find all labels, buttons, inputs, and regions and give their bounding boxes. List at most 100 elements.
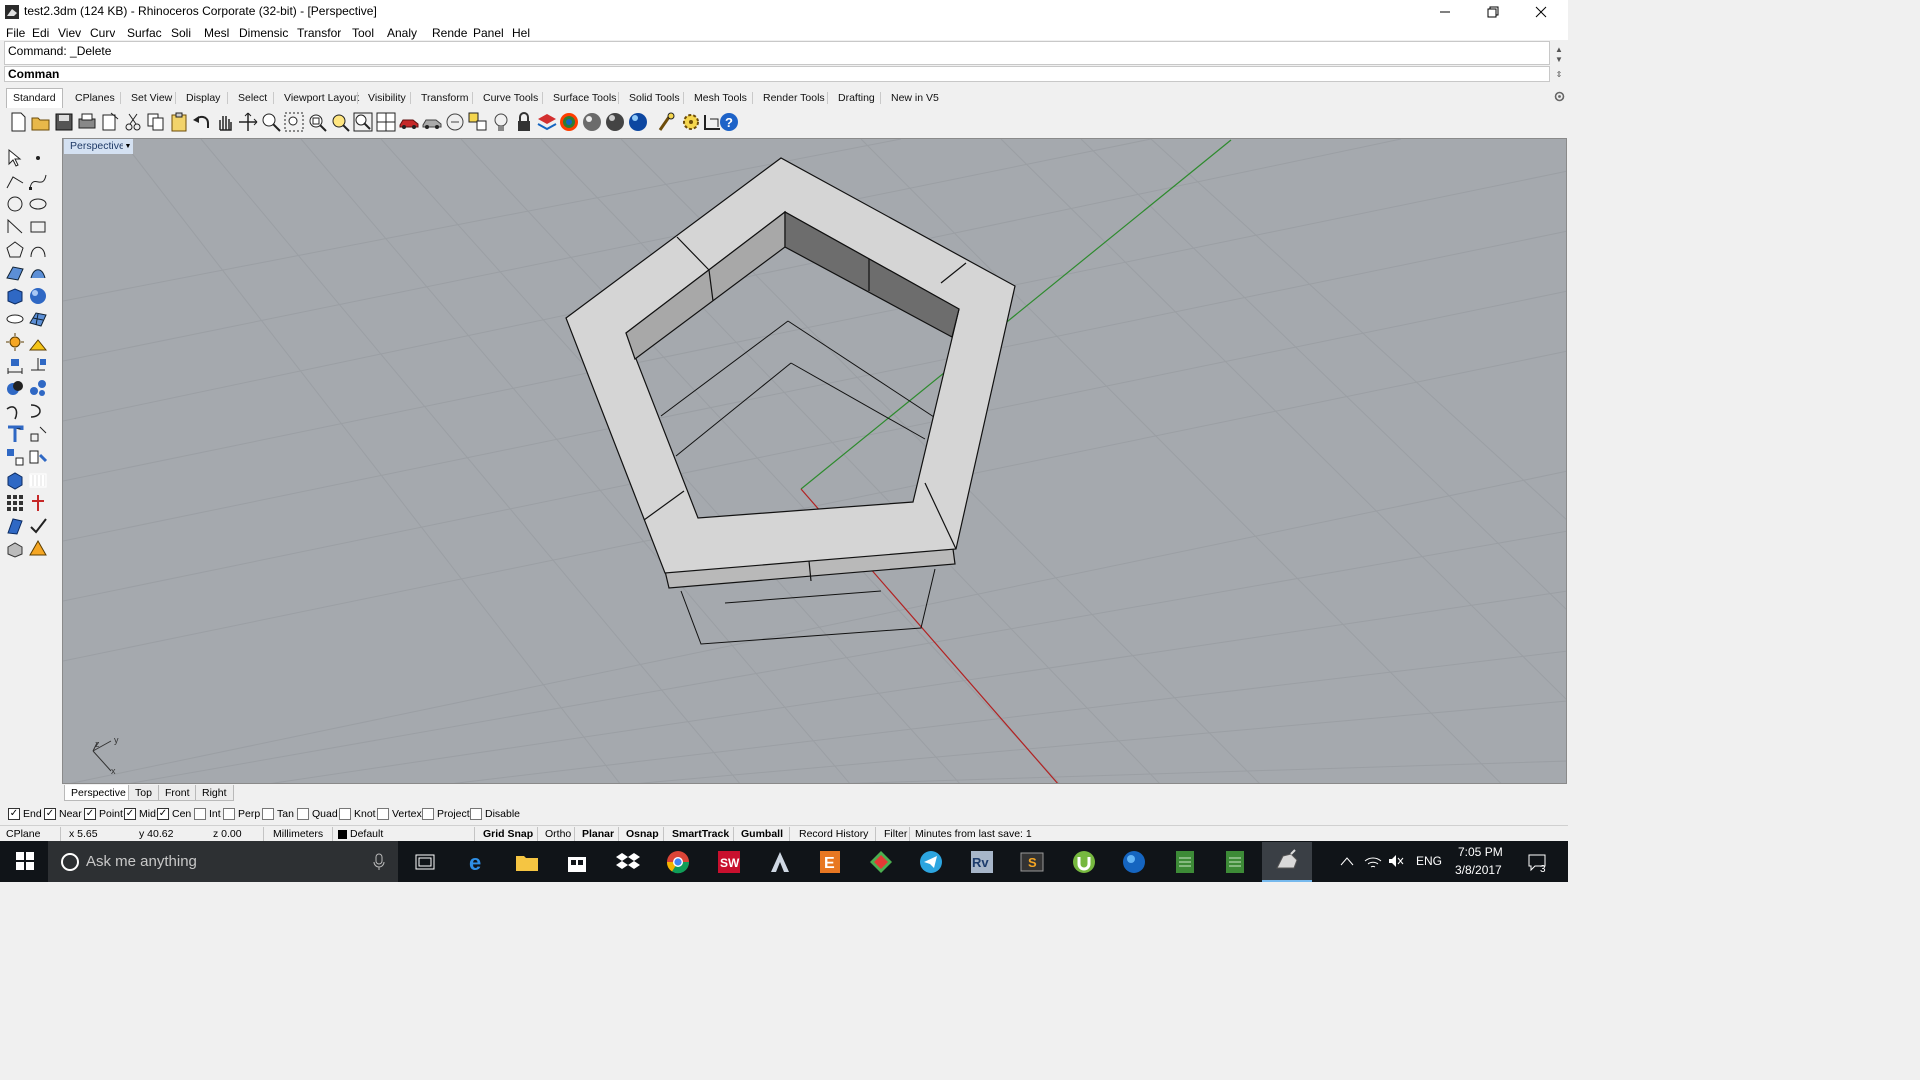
mesh-grid-icon[interactable]	[28, 309, 48, 329]
osnap-tan[interactable]: Tan	[262, 808, 294, 820]
osnap-int[interactable]: Int	[194, 808, 221, 820]
zoom-all-icon[interactable]	[352, 111, 374, 133]
copy-icon[interactable]	[145, 111, 167, 133]
menu-surface[interactable]: Surfac	[127, 26, 162, 40]
undo-icon[interactable]	[191, 111, 213, 133]
fillet-curve-icon[interactable]	[5, 401, 25, 421]
free-curve-icon[interactable]	[28, 240, 48, 260]
viewport-title[interactable]: Perspective	[64, 139, 131, 154]
tab-standard[interactable]: Standard	[6, 88, 63, 108]
scale-icon[interactable]	[28, 447, 48, 467]
planar-toggle[interactable]: Planar	[582, 827, 614, 841]
render-light-icon[interactable]	[5, 332, 25, 352]
material-sphere-icon[interactable]	[581, 111, 603, 133]
osnap-knot[interactable]: Knot	[339, 808, 376, 820]
taskbar-time[interactable]: 7:05 PM	[1458, 845, 1503, 859]
cortana-search-box[interactable]: Ask me anything	[48, 841, 398, 882]
taskbar-revit[interactable]: Rv	[966, 846, 998, 878]
taskbar-globe-app[interactable]	[1118, 846, 1150, 878]
osnap-near[interactable]: ✓ Near	[44, 808, 82, 820]
lightbulb-icon[interactable]	[490, 111, 512, 133]
save-icon[interactable]	[53, 111, 75, 133]
group-objects-icon[interactable]	[28, 378, 48, 398]
split-icon[interactable]	[28, 424, 48, 444]
osnap-vertex[interactable]: Vertex	[377, 808, 422, 820]
taskbar-solidworks[interactable]: SW	[713, 846, 745, 878]
wifi-icon[interactable]	[1364, 853, 1382, 869]
show-hidden-icons-chevron-icon[interactable]	[1340, 856, 1354, 866]
layer-icon[interactable]	[536, 111, 558, 133]
polyline-icon[interactable]	[5, 171, 25, 191]
sphere-solid-icon[interactable]	[28, 286, 48, 306]
grid-snap-toggle[interactable]: Grid Snap	[483, 827, 533, 841]
tab-viewport-layout[interactable]: Viewport Layout	[277, 88, 366, 108]
osnap-end[interactable]: ✓ End	[8, 808, 42, 820]
rectangle-icon[interactable]	[28, 217, 48, 237]
status-cplane[interactable]: CPlane	[6, 827, 40, 841]
paste-icon[interactable]	[168, 111, 190, 133]
pan-hand-icon[interactable]	[214, 111, 236, 133]
viewport-menu-dropdown[interactable]: ▼	[123, 139, 133, 154]
osnap-mid[interactable]: ✓ Mid	[124, 808, 156, 820]
taskbar-sketch-app[interactable]: S	[1016, 846, 1048, 878]
zoom-selected-icon[interactable]	[329, 111, 351, 133]
menu-panel[interactable]: Panel	[473, 26, 504, 40]
tab-curve-tools[interactable]: Curve Tools	[476, 88, 545, 108]
menu-mesh[interactable]: Mesl	[204, 26, 229, 40]
new-file-icon[interactable]	[7, 111, 29, 133]
zoom-dynamic-icon[interactable]	[260, 111, 282, 133]
filter-toggle[interactable]: Filter	[884, 827, 907, 841]
check-icon[interactable]	[28, 516, 48, 536]
taskbar-sheet-app-2[interactable]	[1219, 846, 1251, 878]
menu-view[interactable]: Viev	[58, 26, 81, 40]
print-icon[interactable]	[76, 111, 98, 133]
command-scroll-button[interactable]: ⇕	[1552, 67, 1566, 81]
four-viewports-icon[interactable]	[375, 111, 397, 133]
point-icon[interactable]	[28, 148, 48, 168]
dimension-icon[interactable]	[5, 355, 25, 375]
status-units[interactable]: Millimeters	[273, 827, 323, 841]
help-icon[interactable]: ?	[718, 111, 740, 133]
osnap-disable[interactable]: Disable	[470, 808, 520, 820]
history-scroll-down[interactable]: ▼	[1552, 52, 1566, 66]
input-language[interactable]: ENG	[1416, 854, 1442, 868]
grid-array-icon[interactable]	[5, 493, 25, 513]
tab-render-tools[interactable]: Render Tools	[756, 88, 832, 108]
osnap-toggle[interactable]: Osnap	[626, 827, 659, 841]
perspective-viewport[interactable]: y z x	[62, 138, 1567, 784]
taskbar-autodesk-app[interactable]	[764, 846, 796, 878]
zoom-window-icon[interactable]	[283, 111, 305, 133]
open-folder-icon[interactable]	[30, 111, 52, 133]
properties-icon[interactable]	[467, 111, 489, 133]
taskbar-rhino-active[interactable]	[1262, 842, 1312, 882]
boolean-union-icon[interactable]	[5, 378, 25, 398]
import-icon[interactable]	[99, 111, 121, 133]
restore-button[interactable]	[1470, 0, 1516, 24]
tab-drafting[interactable]: Drafting	[831, 88, 882, 108]
mesh-tool-icon[interactable]	[5, 539, 25, 559]
surface-loft-icon[interactable]	[28, 263, 48, 283]
microphone-icon[interactable]	[372, 853, 386, 871]
menu-curve[interactable]: Curv	[90, 26, 115, 40]
osnap-quad[interactable]: Quad	[297, 808, 338, 820]
text-tool-icon[interactable]	[5, 424, 25, 444]
tab-transform[interactable]: Transform	[414, 88, 475, 108]
extrude-icon[interactable]	[5, 470, 25, 490]
taskbar-edge[interactable]: e	[461, 846, 493, 878]
tab-new-in-v5[interactable]: New in V5	[884, 88, 946, 108]
taskbar-utorrent[interactable]	[1068, 846, 1100, 878]
gumball-toggle[interactable]: Gumball	[741, 827, 783, 841]
tab-visibility[interactable]: Visibility	[361, 88, 413, 108]
surface-corner-icon[interactable]	[5, 263, 25, 283]
menu-file[interactable]: File	[6, 26, 25, 40]
osnap-point[interactable]: ✓ Point	[84, 808, 123, 820]
taskbar-e-app[interactable]: E	[814, 846, 846, 878]
spotlight-icon[interactable]	[28, 332, 48, 352]
menu-render[interactable]: Rende	[432, 26, 467, 40]
polygon-icon[interactable]	[5, 240, 25, 260]
taskbar-git-app[interactable]	[865, 846, 897, 878]
render-blue-sphere-icon[interactable]	[627, 111, 649, 133]
render-sphere-icon[interactable]	[604, 111, 626, 133]
taskbar-telegram[interactable]	[915, 846, 947, 878]
viewport-tab-top[interactable]: Top	[128, 785, 159, 801]
